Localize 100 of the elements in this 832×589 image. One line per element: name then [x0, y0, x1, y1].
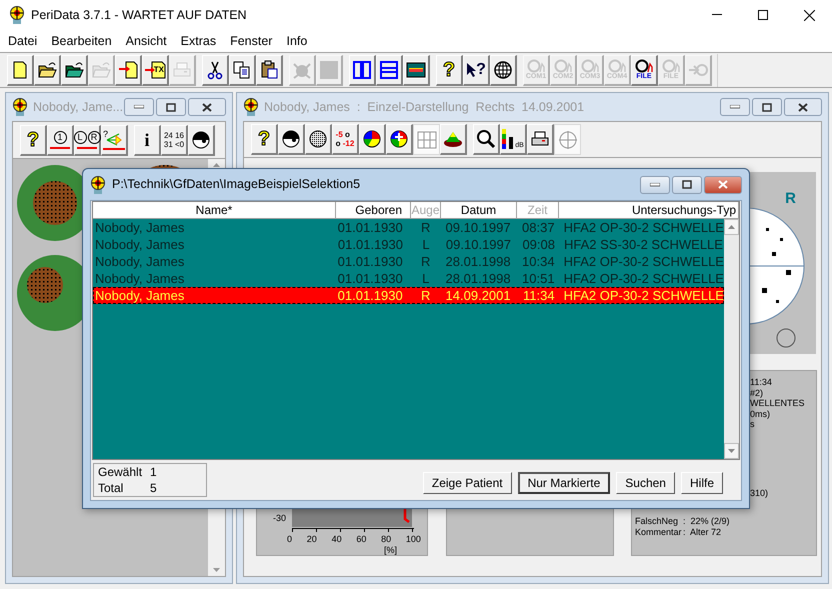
table-cell-text: Nobody, James — [94, 287, 186, 304]
dialog-button[interactable]: Suchen — [616, 472, 675, 494]
table-cell-text: L — [421, 270, 430, 287]
menu-item[interactable]: Datei — [1, 32, 44, 50]
table-cell-text: 01.01.1930 — [336, 253, 404, 270]
magnifier-icon — [476, 129, 496, 149]
table-cell-text: L — [421, 236, 431, 253]
clipboard-icon — [259, 60, 279, 80]
info-text: 11:34 — [750, 377, 773, 388]
minimize-icon — [134, 105, 144, 109]
toolbar-button[interactable]: L R — [74, 124, 101, 156]
menu-item[interactable]: Info — [279, 32, 314, 50]
table-cell-text: R — [420, 219, 432, 236]
table-cell-text: 28.01.1998 — [444, 270, 512, 287]
crosshair-icon — [558, 130, 578, 150]
table-cell-text: HFA2 OP-30-2 SCHWELLE — [562, 287, 724, 304]
scissors-icon — [205, 60, 225, 80]
table-cell-text: 01.01.1930 — [336, 270, 404, 287]
dialog-button[interactable]: Nur Markierte — [518, 472, 610, 494]
question-mark-icon: ? — [26, 130, 40, 150]
table-cell-text: 01.01.1930 — [336, 236, 404, 253]
target-icon — [90, 176, 106, 194]
table-cell-text: HFA2 OP-30-2 SCHWELLE — [562, 219, 724, 236]
grid-icon — [416, 130, 436, 150]
table-cell-text: Nobody, James — [94, 219, 186, 236]
info-text: 310) — [750, 488, 770, 498]
threshold-values-icon: -5 o o -12 — [336, 130, 354, 148]
table-cell-text: 28.01.1998 — [444, 253, 512, 270]
scroll-up-icon[interactable] — [728, 225, 735, 229]
scrollbar[interactable] — [724, 219, 739, 459]
table-cell-text: R — [420, 253, 432, 270]
import-icon — [118, 60, 138, 80]
table-cell-text: 14.09.2001 — [444, 287, 512, 304]
globe-icon — [493, 60, 513, 80]
color-disc-icon — [362, 129, 382, 149]
close-button[interactable] — [784, 98, 822, 116]
table-cell-text: HFA2 OP-30-2 SCHWELLE — [562, 270, 724, 287]
menu-item[interactable]: Extras — [174, 32, 224, 50]
minimize-button[interactable] — [640, 176, 670, 194]
table-cell-text: HFA2 SS-30-2 SCHWELLE — [563, 236, 724, 253]
window-title: PeriData 3.7.1 - WARTET AUF DATEN — [31, 6, 247, 24]
toolbar-button[interactable]: i — [134, 124, 161, 156]
close-icon — [798, 102, 808, 112]
dialog-button[interactable]: Zeige Patient — [422, 472, 512, 494]
scroll-down-icon[interactable] — [728, 449, 735, 453]
column-header[interactable]: Geboren — [336, 202, 411, 219]
toolbar-button[interactable]: ? — [101, 124, 128, 156]
summary-label: Total — [98, 480, 124, 496]
info-text: #2) — [750, 388, 764, 398]
minimize-button[interactable] — [720, 98, 750, 116]
axis-tick-label: -30 — [273, 512, 286, 525]
numbers-icon: 24 16 31 <0 — [164, 130, 184, 148]
half-disc-icon — [191, 130, 211, 150]
dialog-title: P:\Technik\GfDaten\ImageBeispielSelektion5 — [112, 176, 360, 194]
table-cell-text: Nobody, James — [94, 270, 186, 287]
minimize-button[interactable] — [124, 98, 154, 116]
info-label: FalschNeg — [635, 516, 680, 526]
eye-label: R — [785, 189, 796, 209]
info-text: s — [750, 419, 756, 430]
menu-item[interactable]: Fenster — [223, 32, 280, 50]
table-cell-text: 01.01.1930 — [336, 287, 404, 304]
axis-tick-label: 60 — [356, 535, 366, 544]
info-label: Kommentar — [635, 526, 683, 537]
menu-item[interactable]: Ansicht — [118, 32, 174, 50]
question-mark-icon: ? — [442, 60, 456, 80]
table-cell-text: 10:34 — [521, 253, 556, 270]
toolbar-button[interactable]: 24 16 31 <0 — [161, 124, 188, 156]
toolbar-button[interactable]: 1 — [47, 124, 74, 156]
summary-value: 5 — [150, 480, 157, 496]
color-bar-icon — [406, 60, 426, 80]
column-header[interactable]: Datum — [441, 202, 517, 219]
table-cell-text: 09.10.1997 — [444, 236, 512, 253]
toolbar-button[interactable]: -5 o o -12 — [332, 124, 359, 155]
target-icon — [9, 6, 25, 24]
table-row[interactable]: Nobody, James 01.01.1930 R 14.09.2001 11:34 HFA2 OP-30-2 SCHWELLE — [93, 287, 724, 304]
table-cell-text: Nobody, James — [94, 236, 186, 253]
table-cell-text: 10:51 — [521, 270, 556, 287]
close-button[interactable] — [188, 98, 226, 116]
info-text: WELLENTES — [750, 398, 806, 408]
axis-unit-label: [%] — [384, 546, 398, 555]
toolbar-button[interactable]: TX — [142, 54, 169, 86]
column-header[interactable]: Untersuchungs-Typ — [559, 202, 739, 219]
toolbar-button[interactable]: ? — [463, 54, 490, 86]
close-icon — [202, 102, 212, 112]
dialog-button[interactable]: Hilfe — [680, 472, 723, 494]
info-value: : Alter 72 — [683, 526, 722, 537]
column-header[interactable]: Name* — [93, 202, 336, 219]
axis-tick-label: 20 — [306, 535, 317, 544]
menu-item[interactable]: Bearbeiten — [44, 32, 119, 50]
maximize-button[interactable] — [672, 176, 702, 194]
split-vertical-icon — [352, 60, 372, 80]
maximize-button[interactable] — [752, 98, 782, 116]
table-cell-text: 08:37 — [521, 219, 556, 236]
summary-label: Gewählt — [98, 464, 144, 480]
maximize-button[interactable] — [156, 98, 186, 116]
maximize-icon — [166, 102, 176, 112]
table-cell-text: Nobody, James — [94, 253, 186, 270]
maximize-icon — [758, 10, 768, 20]
maximize-icon — [682, 180, 692, 189]
info-value: : 22% (2/9) — [683, 516, 730, 526]
